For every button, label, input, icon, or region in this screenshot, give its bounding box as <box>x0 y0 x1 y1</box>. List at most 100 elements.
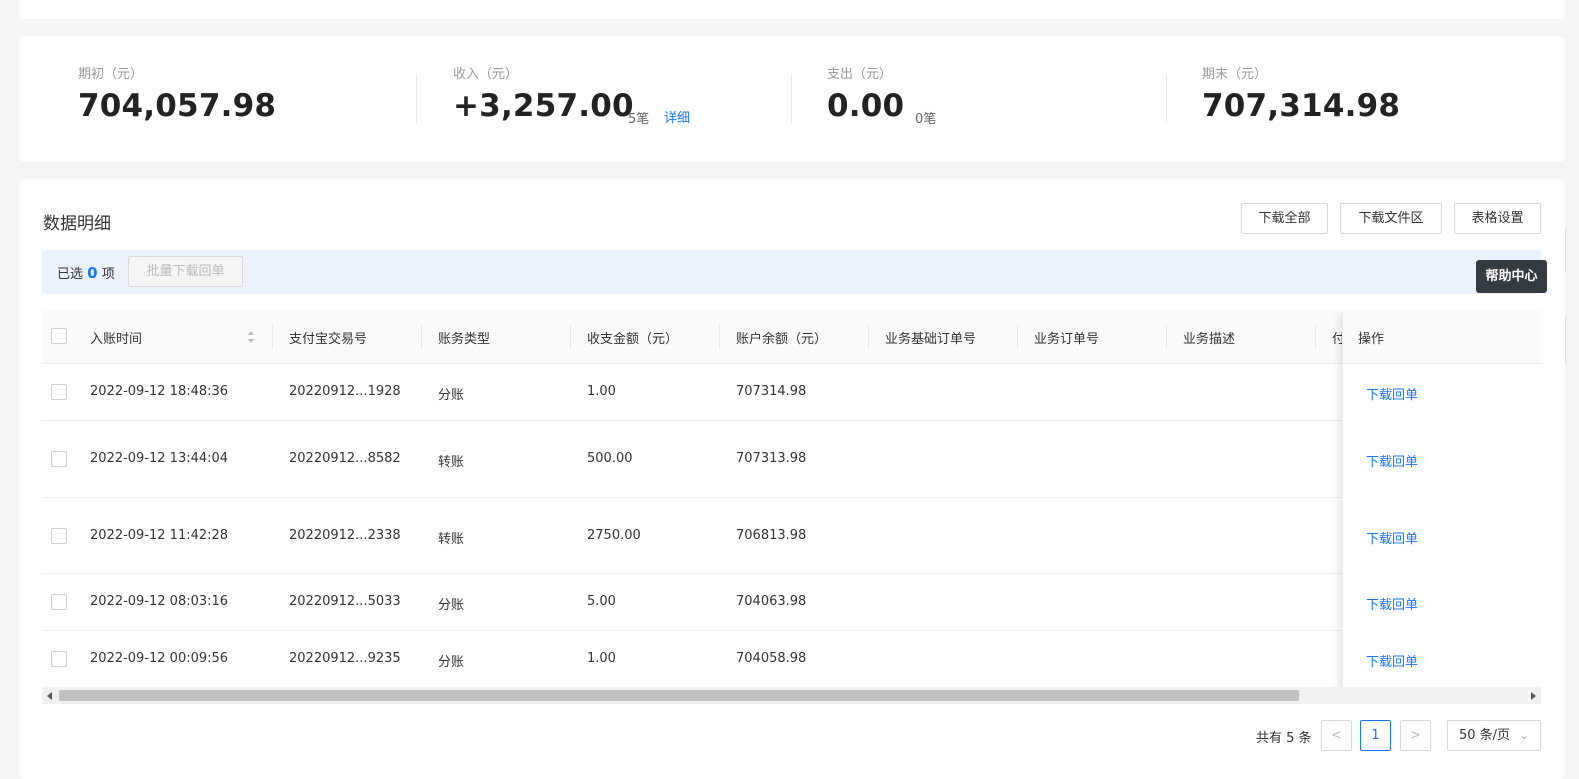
amount-cell: 1.00 <box>587 651 616 666</box>
table-row: 2022-09-12 00:09:56 20220912...9235 分账 1… <box>42 631 1541 688</box>
row-checkbox[interactable] <box>51 651 67 667</box>
income-label: 收入（元） <box>453 67 519 82</box>
download-all-button[interactable]: 下载全部 <box>1241 203 1328 234</box>
expense-label: 支出（元） <box>827 67 893 82</box>
type-cell: 转账 <box>438 455 465 470</box>
selection-text: 已选 0 项 <box>57 263 115 282</box>
col-header: 收支金额（元） <box>587 332 679 347</box>
type-cell: 分账 <box>438 655 465 670</box>
column-divider <box>1166 325 1167 349</box>
selection-bar: 已选 0 项 批量下载回单 <box>42 250 1541 294</box>
amount-cell: 5.00 <box>587 594 616 609</box>
chevron-down-icon: ⌄ <box>1519 729 1529 742</box>
income-count: 5笔 <box>628 112 650 127</box>
download-receipt-link[interactable]: 下载回单 <box>1366 528 1418 547</box>
side-edge-tab <box>1565 228 1568 272</box>
col-header: 支付宝交易号 <box>289 332 368 347</box>
summary-card: 期初（元） 704,057.98 收入（元） +3,257.00 5笔 详细 支… <box>19 36 1565 162</box>
batch-download-button[interactable]: 批量下载回单 <box>128 256 243 287</box>
trade-no-cell: 20220912...5033 <box>289 594 401 609</box>
download-receipt-link[interactable]: 下载回单 <box>1366 384 1418 403</box>
amount-cell: 2750.00 <box>587 528 641 543</box>
top-card <box>19 0 1565 19</box>
trade-no-cell: 20220912...9235 <box>289 651 401 666</box>
sort-icon[interactable] <box>247 330 255 344</box>
col-header: 操作 <box>1358 332 1385 347</box>
divider <box>791 74 792 124</box>
next-page-button[interactable]: > <box>1400 720 1431 751</box>
selection-count: 0 <box>87 264 98 282</box>
row-checkbox[interactable] <box>51 594 67 610</box>
row-checkbox[interactable] <box>51 451 67 467</box>
time-cell: 2022-09-12 13:44:04 <box>90 451 229 466</box>
closing-value: 707,314.98 <box>1202 88 1401 124</box>
row-checkbox[interactable] <box>51 384 67 400</box>
download-files-button[interactable]: 下载文件区 <box>1340 203 1442 234</box>
scroll-left-icon[interactable] <box>47 692 52 700</box>
type-cell: 转账 <box>438 532 465 547</box>
closing-label: 期末（元） <box>1202 67 1268 82</box>
table-row: 2022-09-12 08:03:16 20220912...5033 分账 5… <box>42 574 1541 631</box>
amount-cell: 1.00 <box>587 384 616 399</box>
col-header: 业务基础订单号 <box>885 332 977 347</box>
opening-label: 期初（元） <box>78 67 144 82</box>
income-value: +3,257.00 <box>453 88 634 124</box>
horizontal-scrollbar[interactable] <box>42 687 1541 704</box>
col-header[interactable]: 入账时间 <box>90 328 142 347</box>
column-divider <box>272 325 273 349</box>
time-cell: 2022-09-12 18:48:36 <box>90 384 229 399</box>
data-table: 入账时间 支付宝交易号 账务类型 收支金额（元） 账户余额（元） 业务基础订单号… <box>42 310 1541 704</box>
trade-no-cell: 20220912...1928 <box>289 384 401 399</box>
select-all-checkbox[interactable] <box>51 328 67 344</box>
side-edge-tab <box>1565 318 1568 362</box>
column-divider <box>1017 325 1018 349</box>
column-divider <box>719 325 720 349</box>
balance-cell: 704058.98 <box>736 651 807 666</box>
balance-cell: 707314.98 <box>736 384 807 399</box>
time-cell: 2022-09-12 11:42:28 <box>90 528 229 543</box>
time-cell: 2022-09-12 08:03:16 <box>90 594 229 609</box>
income-detail-link[interactable]: 详细 <box>664 107 690 126</box>
pagination-total: 共有 5 条 <box>1256 731 1312 746</box>
col-header: 业务描述 <box>1183 332 1236 347</box>
table-row: 2022-09-12 11:42:28 20220912...2338 转账 2… <box>42 498 1541 574</box>
balance-cell: 707313.98 <box>736 451 807 466</box>
selection-prefix: 已选 <box>57 267 84 282</box>
action-header: 操作 <box>1343 310 1541 364</box>
help-center-button[interactable]: 帮助中心 <box>1476 260 1547 293</box>
download-receipt-link[interactable]: 下载回单 <box>1366 594 1418 613</box>
row-checkbox[interactable] <box>51 528 67 544</box>
column-divider <box>570 325 571 349</box>
table-row: 2022-09-12 18:48:36 20220912...1928 分账 1… <box>42 364 1541 421</box>
type-cell: 分账 <box>438 388 465 403</box>
download-receipt-link[interactable]: 下载回单 <box>1366 451 1418 470</box>
col-header: 账户余额（元） <box>736 332 828 347</box>
balance-cell: 704063.98 <box>736 594 807 609</box>
col-header: 账务类型 <box>438 332 491 347</box>
type-cell: 分账 <box>438 598 465 613</box>
download-receipt-link[interactable]: 下载回单 <box>1366 651 1418 670</box>
selection-suffix: 项 <box>101 267 115 282</box>
table-header: 入账时间 支付宝交易号 账务类型 收支金额（元） 账户余额（元） 业务基础订单号… <box>42 310 1541 364</box>
expense-count: 0笔 <box>915 112 937 127</box>
column-divider <box>1315 325 1316 349</box>
trade-no-cell: 20220912...8582 <box>289 451 401 466</box>
page-size-value: 50 条/页 <box>1459 728 1511 743</box>
detail-card: 数据明细 下载全部 下载文件区 表格设置 已选 0 项 批量下载回单 入账时间 … <box>19 179 1565 779</box>
column-divider <box>421 325 422 349</box>
table-settings-button[interactable]: 表格设置 <box>1454 203 1541 234</box>
fixed-action-column: 操作 下载回单 下载回单 下载回单 下载回单 下载回单 <box>1342 310 1541 704</box>
time-cell: 2022-09-12 00:09:56 <box>90 651 229 666</box>
table-row: 2022-09-12 13:44:04 20220912...8582 转账 5… <box>42 421 1541 498</box>
page-size-select[interactable]: 50 条/页 ⌄ <box>1447 720 1541 751</box>
trade-no-cell: 20220912...2338 <box>289 528 401 543</box>
page-1-button[interactable]: 1 <box>1360 720 1391 751</box>
col-header: 业务订单号 <box>1034 332 1100 347</box>
column-divider <box>868 325 869 349</box>
scrollbar-thumb[interactable] <box>59 690 1299 701</box>
balance-cell: 706813.98 <box>736 528 807 543</box>
prev-page-button[interactable]: < <box>1321 720 1352 751</box>
divider <box>1166 74 1167 124</box>
amount-cell: 500.00 <box>587 451 633 466</box>
scroll-right-icon[interactable] <box>1531 692 1536 700</box>
